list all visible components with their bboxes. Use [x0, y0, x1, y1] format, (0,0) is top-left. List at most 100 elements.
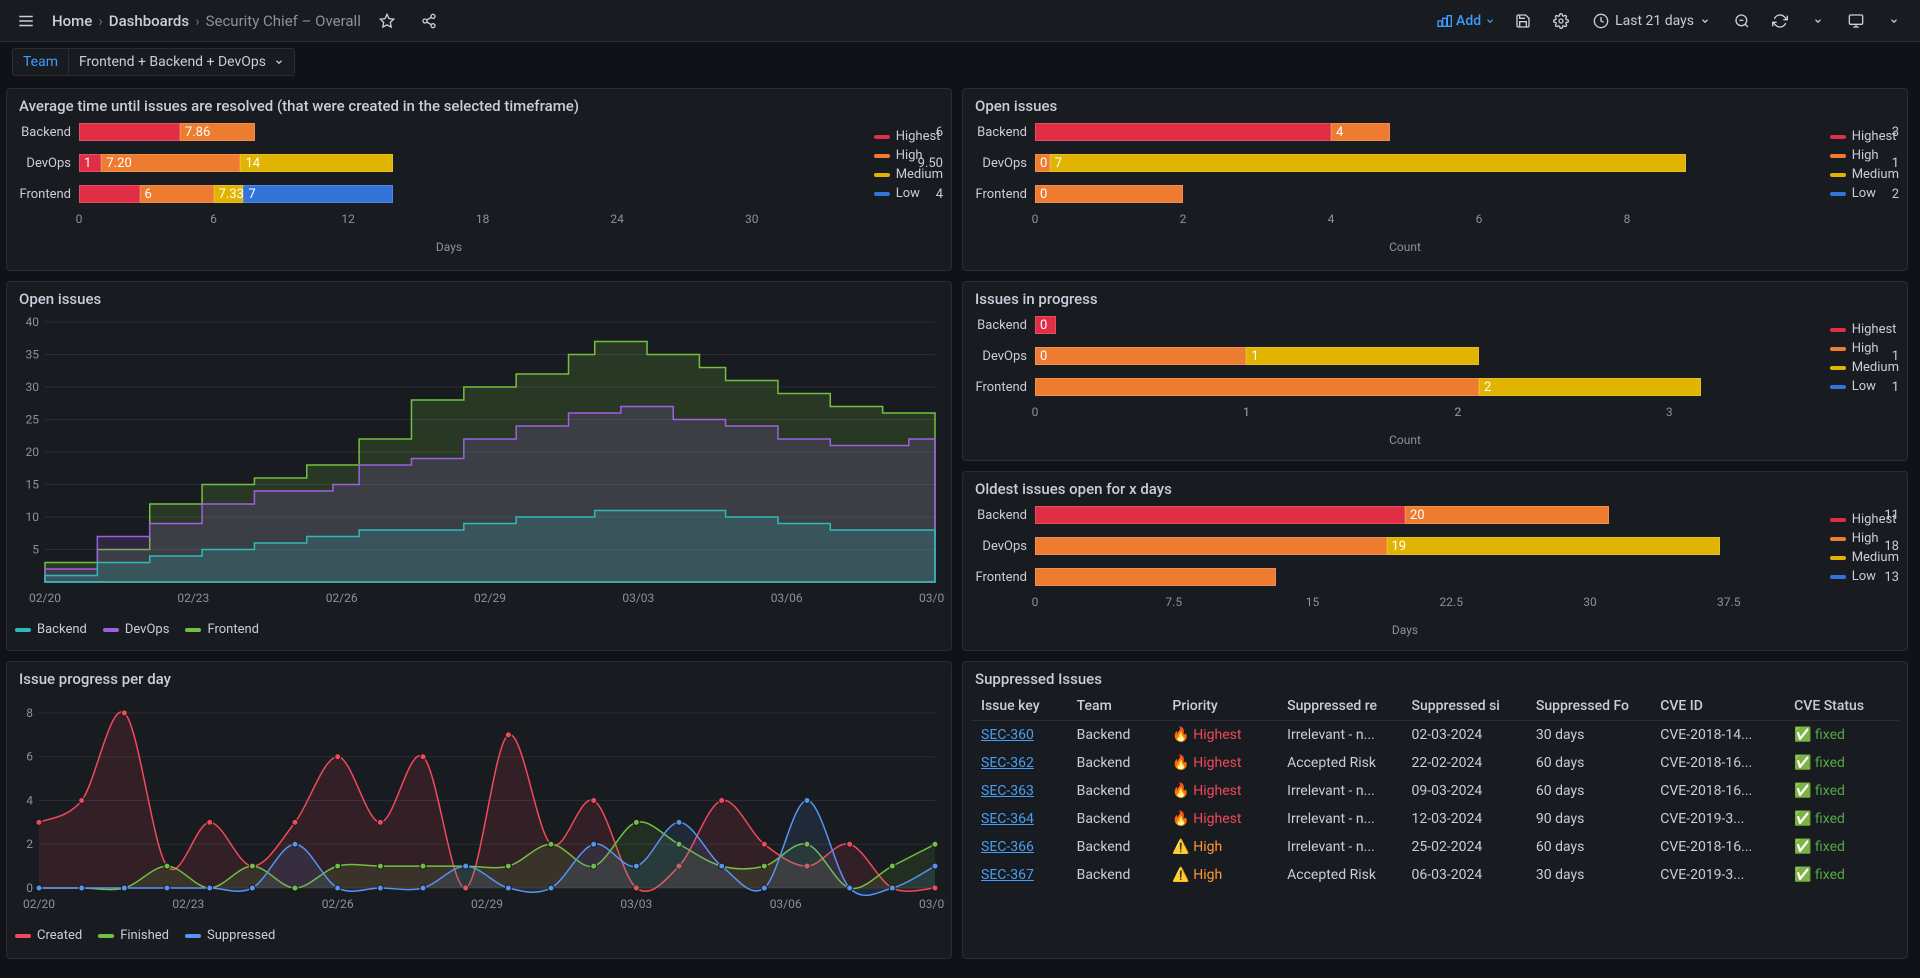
legend-item[interactable]: High: [1830, 148, 1899, 163]
add-button[interactable]: Add: [1430, 9, 1501, 33]
legend-avg: Highest High Medium Low: [874, 129, 943, 201]
panel-progress-per-day[interactable]: Issue progress per day 0246802/2002/2302…: [6, 661, 952, 959]
bar-row: Backend2011: [971, 502, 1899, 528]
zoom-out-icon[interactable]: [1726, 5, 1758, 37]
table-row[interactable]: SEC-366 Backend ⚠️ High Irrelevant - n..…: [971, 833, 1899, 861]
legend-item[interactable]: Highest: [874, 129, 943, 144]
table-row[interactable]: SEC-363 Backend 🔥 Highest Irrelevant - n…: [971, 777, 1899, 805]
timerange-picker[interactable]: Last 21 days: [1583, 9, 1720, 33]
panel-title: Open issues: [7, 282, 951, 312]
top-toolbar: Home › Dashboards › Security Chief – Ove…: [0, 0, 1920, 42]
bar-row: DevOps011: [971, 343, 1899, 369]
legend-item[interactable]: Backend: [15, 622, 87, 637]
table-header[interactable]: Suppressed re: [1277, 692, 1401, 721]
share-icon[interactable]: [413, 5, 445, 37]
issue-link[interactable]: SEC-366: [981, 839, 1034, 855]
svg-text:4: 4: [26, 793, 33, 807]
panel-progress-bars[interactable]: Issues in progress Backend0DevOps011Fron…: [962, 281, 1908, 461]
refresh-dropdown-icon[interactable]: [1802, 5, 1834, 37]
chevron-down-icon[interactable]: [1878, 5, 1910, 37]
legend-item[interactable]: High: [874, 148, 943, 163]
table-header[interactable]: Suppressed Fo: [1526, 692, 1650, 721]
svg-text:6: 6: [26, 750, 33, 764]
svg-text:2: 2: [26, 837, 33, 851]
table-header[interactable]: Issue key: [971, 692, 1067, 721]
chart-prog-ts: 0246802/2002/2302/2602/2903/0303/0603/09…: [15, 692, 943, 950]
breadcrumb-home[interactable]: Home: [52, 12, 92, 30]
issue-link[interactable]: SEC-360: [981, 727, 1034, 743]
bar-row: Frontend21: [971, 374, 1899, 400]
legend-oldest-bars: Highest High Medium Low: [1830, 512, 1899, 584]
legend-item[interactable]: DevOps: [103, 622, 170, 637]
bar-row: Backend0: [971, 312, 1899, 338]
panel-avg-resolve[interactable]: Average time until issues are resolved (…: [6, 88, 952, 271]
legend-item[interactable]: Frontend: [185, 622, 259, 637]
legend-item[interactable]: Low: [1830, 379, 1899, 394]
bar-row: Frontend13: [971, 564, 1899, 590]
table-header[interactable]: Priority: [1162, 692, 1277, 721]
table-header[interactable]: Suppressed si: [1402, 692, 1526, 721]
legend-item[interactable]: Medium: [1830, 167, 1899, 182]
legend-item[interactable]: Finished: [98, 928, 169, 943]
legend-item[interactable]: Low: [1830, 569, 1899, 584]
settings-icon[interactable]: [1545, 5, 1577, 37]
variable-row: Team Frontend + Backend + DevOps: [0, 42, 1920, 78]
svg-text:35: 35: [26, 348, 40, 362]
svg-text:03/09: 03/09: [919, 591, 945, 605]
bar-row: DevOps071: [971, 150, 1899, 176]
svg-text:03/06: 03/06: [771, 591, 803, 605]
panel-title: Average time until issues are resolved (…: [7, 89, 951, 119]
legend-open-ts: Backend DevOps Frontend: [15, 616, 943, 637]
legend-item[interactable]: Created: [15, 928, 82, 943]
issue-link[interactable]: SEC-367: [981, 867, 1034, 883]
table-header-row: Issue keyTeamPrioritySuppressed reSuppre…: [971, 692, 1899, 721]
table-row[interactable]: SEC-360 Backend 🔥 Highest Irrelevant - n…: [971, 721, 1899, 750]
panel-oldest-bars[interactable]: Oldest issues open for x days Backend201…: [962, 471, 1908, 651]
issue-link[interactable]: SEC-363: [981, 783, 1034, 799]
svg-text:02/29: 02/29: [474, 591, 506, 605]
svg-text:02/29: 02/29: [471, 897, 503, 911]
table-header[interactable]: Team: [1067, 692, 1163, 721]
legend-item[interactable]: High: [1830, 531, 1899, 546]
panel-open-bars[interactable]: Open issues Backend43DevOps071Frontend02…: [962, 88, 1908, 271]
table-row[interactable]: SEC-364 Backend 🔥 Highest Irrelevant - n…: [971, 805, 1899, 833]
svg-text:5: 5: [32, 543, 39, 557]
legend-item[interactable]: Highest: [1830, 129, 1899, 144]
legend-item[interactable]: High: [1830, 341, 1899, 356]
svg-text:30: 30: [26, 380, 40, 394]
issue-link[interactable]: SEC-364: [981, 811, 1034, 827]
table-row[interactable]: SEC-367 Backend ⚠️ High Accepted Risk 06…: [971, 861, 1899, 889]
star-icon[interactable]: [371, 5, 403, 37]
legend-item[interactable]: Suppressed: [185, 928, 275, 943]
svg-text:03/09: 03/09: [919, 897, 945, 911]
chart-progress-bars: Backend0DevOps011Frontend21011223Count: [971, 312, 1899, 452]
table-header[interactable]: CVE Status: [1784, 692, 1899, 721]
chart-open-ts: 51015202530354002/2002/2302/2602/2903/03…: [15, 312, 943, 642]
save-icon[interactable]: [1507, 5, 1539, 37]
tv-mode-icon[interactable]: [1840, 5, 1872, 37]
bar-row: Backend7.866: [15, 119, 943, 145]
legend-item[interactable]: Highest: [1830, 322, 1899, 337]
legend-item[interactable]: Low: [874, 186, 943, 201]
legend-item[interactable]: Low: [1830, 186, 1899, 201]
legend-item[interactable]: Medium: [874, 167, 943, 182]
legend-item[interactable]: Medium: [1830, 360, 1899, 375]
legend-item[interactable]: Medium: [1830, 550, 1899, 565]
bar-row: DevOps1918: [971, 533, 1899, 559]
breadcrumb-dashboards[interactable]: Dashboards: [109, 12, 189, 30]
table-header[interactable]: CVE ID: [1650, 692, 1784, 721]
menu-toggle-icon[interactable]: [10, 5, 42, 37]
table-row[interactable]: SEC-362 Backend 🔥 Highest Accepted Risk …: [971, 749, 1899, 777]
panel-open-timeseries[interactable]: Open issues 51015202530354002/2002/2302/…: [6, 281, 952, 651]
refresh-icon[interactable]: [1764, 5, 1796, 37]
legend-item[interactable]: Highest: [1830, 512, 1899, 527]
breadcrumb-current: Security Chief – Overall: [206, 12, 361, 30]
svg-text:40: 40: [26, 315, 40, 329]
panel-suppressed[interactable]: Suppressed Issues Issue keyTeamPriorityS…: [962, 661, 1908, 959]
svg-text:15: 15: [26, 478, 40, 492]
bar-row: Backend43: [971, 119, 1899, 145]
issue-link[interactable]: SEC-362: [981, 755, 1034, 771]
svg-text:03/03: 03/03: [620, 897, 652, 911]
variable-value[interactable]: Frontend + Backend + DevOps: [68, 48, 295, 76]
svg-text:02/23: 02/23: [177, 591, 209, 605]
